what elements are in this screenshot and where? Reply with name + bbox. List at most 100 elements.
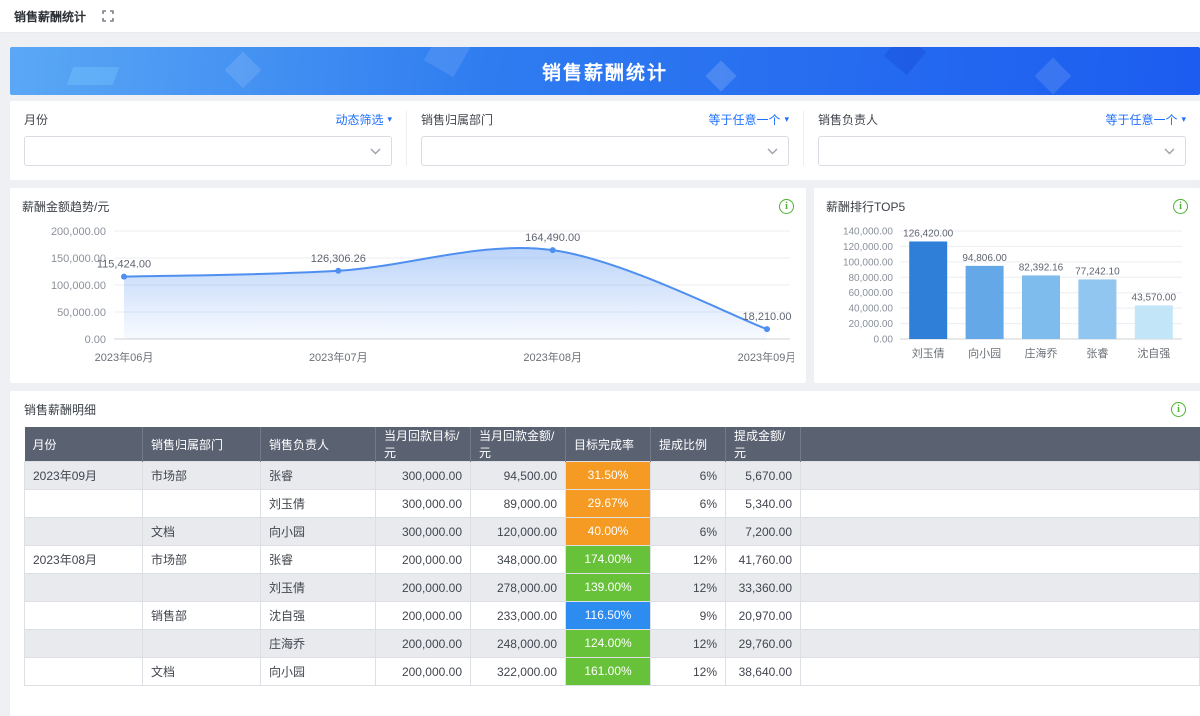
th-person: 销售负责人 [260,427,376,462]
td-department [142,573,261,602]
filter-month-operator[interactable]: 动态筛选 ▾ [335,111,392,128]
salesperson-select[interactable] [818,136,1186,166]
th-rate: 目标完成率 [565,427,651,462]
trend-chart-panel: 薪酬金额趋势/元 i 0.00 50,000.00 100,000.00 150,00… [10,188,806,383]
td-rate: 161.00% [565,657,651,686]
filter-salesperson-label: 销售负责人 [818,113,879,127]
td-commission: 38,640.00 [725,657,801,686]
td-commission: 5,340.00 [725,489,801,518]
svg-text:50,000.00: 50,000.00 [57,307,106,319]
filter-department-operator[interactable]: 等于任意一个 ▾ [708,111,789,128]
svg-text:80,000.00: 80,000.00 [849,273,894,284]
svg-text:120,000.00: 120,000.00 [843,242,893,253]
td-filler [800,629,1200,658]
td-month [24,629,143,658]
page-title: 销售薪酬统计 [541,62,668,84]
td-rate: 124.00% [565,629,651,658]
td-department: 文档 [142,657,261,686]
td-ratio: 12% [650,629,726,658]
table-header-row: 月份 销售归属部门 销售负责人 当月回款目标/元 当月回款金额/元 目标完成率 … [24,427,1200,462]
filter-department: 销售归属部门 等于任意一个 ▾ [406,111,803,166]
banner-decoration [1034,57,1072,95]
td-ratio: 6% [650,517,726,546]
top-tab-bar: 销售薪酬统计 [0,0,1200,33]
table-row: 2023年08月 市场部 张睿 200,000.00 348,000.00 174.00%… [24,545,1200,574]
info-icon[interactable]: i [1173,199,1188,214]
td-ratio: 12% [650,657,726,686]
tab-sales-compensation[interactable]: 销售薪酬统计 [14,8,86,25]
info-icon[interactable]: i [779,199,794,214]
td-department [142,629,261,658]
svg-text:82,392.16: 82,392.16 [1019,262,1064,273]
td-department: 市场部 [142,461,261,490]
fullscreen-icon[interactable] [102,10,114,22]
table-row: 刘玉倩 200,000.00 278,000.00 139.00% 12% 33,360.… [24,573,1200,602]
td-filler [800,489,1200,518]
th-month: 月份 [24,427,143,462]
svg-text:40,000.00: 40,000.00 [849,304,894,315]
svg-text:60,000.00: 60,000.00 [849,288,894,299]
table-row: 文档 向小园 200,000.00 322,000.00 161.00% 12% 38,64… [24,657,1200,686]
th-target: 当月回款目标/元 [375,427,471,462]
top5-chart-panel: 薪酬排行TOP5 i 0.00 20,000.00 40,000.00 60,000.… [814,188,1200,383]
dashboard-canvas: 销售薪酬统计 月份 动态筛选 ▾ 销售归属部门 等于任意一个 ▾ 销售负责人 等… [0,33,1200,716]
svg-text:126,306.26: 126,306.26 [311,253,366,265]
svg-text:200,000.00: 200,000.00 [51,226,106,238]
td-filler [800,517,1200,546]
td-rate: 139.00% [565,573,651,602]
svg-text:向小园: 向小园 [968,346,1001,360]
detail-table-panel: 销售薪酬明细 i 月份 销售归属部门 销售负责人 当月回款目标/元 当月回款金额… [10,391,1200,716]
td-commission: 20,970.00 [725,601,801,630]
banner-decoration [423,47,471,78]
chevron-down-icon [767,148,778,154]
detail-table-body: 2023年09月 市场部 张睿 300,000.00 94,500.00 31.50% 6%… [24,461,1200,686]
td-person: 向小园 [260,657,376,686]
td-month [24,489,143,518]
td-ratio: 12% [650,573,726,602]
department-select[interactable] [421,136,789,166]
td-target: 300,000.00 [375,517,471,546]
td-commission: 41,760.00 [725,545,801,574]
th-amount: 当月回款金额/元 [470,427,566,462]
td-ratio: 6% [650,461,726,490]
caret-down-icon: ▾ [387,114,392,124]
svg-text:100,000.00: 100,000.00 [843,257,893,268]
banner-decoration [66,67,120,85]
filter-month: 月份 动态筛选 ▾ [10,111,406,166]
trend-chart-svg: 0.0050,000.00100,000.00150,000.00200,000… [51,226,794,364]
td-target: 200,000.00 [375,601,471,630]
svg-text:126,420.00: 126,420.00 [903,228,953,239]
filter-department-label: 销售归属部门 [421,113,494,127]
filter-month-label: 月份 [24,113,49,127]
td-target: 300,000.00 [375,461,471,490]
svg-text:100,000.00: 100,000.00 [51,280,106,292]
td-person: 向小园 [260,517,376,546]
svg-text:140,000.00: 140,000.00 [843,227,893,238]
td-amount: 233,000.00 [470,601,566,630]
table-row: 销售部 沈自强 200,000.00 233,000.00 116.50% 9% 20,97… [24,601,1200,630]
info-icon[interactable]: i [1171,402,1186,417]
svg-text:94,806.00: 94,806.00 [962,253,1007,264]
month-select[interactable] [24,136,392,166]
td-amount: 348,000.00 [470,545,566,574]
td-rate: 116.50% [565,601,651,630]
svg-text:沈自强: 沈自强 [1137,346,1170,360]
completion-rate-badge: 161.00% [566,658,650,685]
filter-salesperson-operator[interactable]: 等于任意一个 ▾ [1105,111,1186,128]
td-person: 张睿 [260,545,376,574]
td-person: 刘玉倩 [260,489,376,518]
completion-rate-badge: 174.00% [566,546,650,573]
detail-table: 月份 销售归属部门 销售负责人 当月回款目标/元 当月回款金额/元 目标完成率 … [24,427,1200,686]
svg-text:2023年09月: 2023年09月 [738,350,794,364]
table-row: 文档 向小园 300,000.00 120,000.00 40.00% 6% 7,200.0… [24,517,1200,546]
svg-text:刘玉倩: 刘玉倩 [912,347,945,360]
td-ratio: 12% [650,545,726,574]
td-target: 200,000.00 [375,657,471,686]
table-row: 刘玉倩 300,000.00 89,000.00 29.67% 6% 5,340.00 [24,489,1200,518]
td-month: 2023年08月 [24,545,143,574]
td-department: 销售部 [142,601,261,630]
svg-text:庄海乔: 庄海乔 [1025,346,1058,360]
td-filler [800,461,1200,490]
banner-decoration [883,47,927,76]
svg-text:77,242.10: 77,242.10 [1075,266,1120,277]
